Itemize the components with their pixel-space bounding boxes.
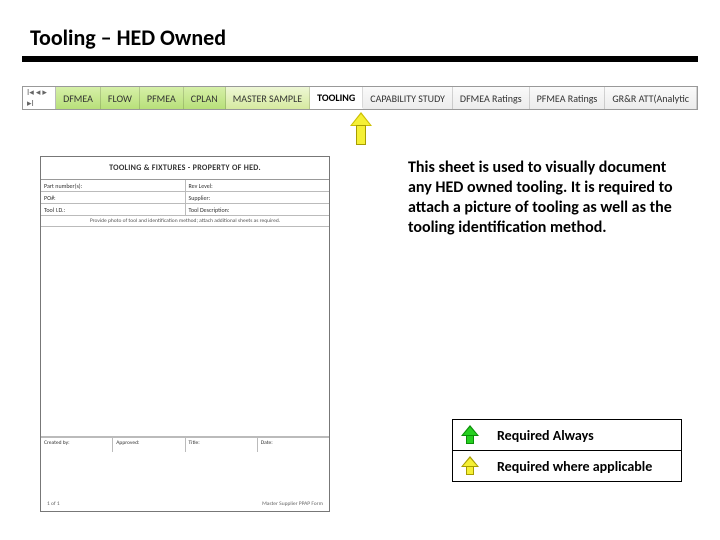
doc-field: Tool Description: — [186, 204, 330, 215]
doc-note: Provide photo of tool and identification… — [41, 216, 329, 227]
doc-sign-cell: Title: — [186, 438, 258, 452]
tab-pfmea-ratings[interactable]: PFMEA Ratings — [530, 87, 606, 109]
arrow-up-green-icon — [461, 425, 487, 445]
doc-sign-row: Created by: Approved: Title: Date: — [41, 437, 329, 452]
callout-arrow-icon — [350, 112, 372, 146]
doc-field: Part number(s): — [41, 180, 186, 191]
title-rule — [22, 56, 698, 62]
tab-dfmea[interactable]: DFMEA — [56, 87, 101, 109]
doc-footer-right: Master Supplier PPAP Form — [262, 501, 323, 507]
legend-label: Required Always — [497, 427, 594, 444]
tab-flow[interactable]: FLOW — [101, 87, 140, 109]
tab-nav-controls[interactable]: I◂ ◂ ▸ ▸I — [23, 87, 56, 109]
doc-sign-cell: Date: — [258, 438, 329, 452]
arrow-up-yellow-icon — [461, 456, 487, 476]
tab-dfmea-ratings[interactable]: DFMEA Ratings — [453, 87, 530, 109]
tab-capability-study[interactable]: CAPABILITY STUDY — [363, 87, 453, 109]
legend-box: Required Always Required where applicabl… — [452, 419, 682, 482]
doc-sign-cell: Created by: — [41, 438, 113, 452]
doc-field: PO#: — [41, 192, 186, 203]
doc-photo-area — [41, 227, 329, 437]
doc-sign-cell: Approved: — [113, 438, 185, 452]
doc-header: TOOLING & FIXTURES - PROPERTY OF HED. — [41, 157, 329, 180]
legend-row-applicable: Required where applicable — [453, 450, 681, 481]
worksheet-preview: TOOLING & FIXTURES - PROPERTY OF HED. Pa… — [40, 156, 330, 512]
doc-field: Tool I.D.: — [41, 204, 186, 215]
legend-row-always: Required Always — [453, 420, 681, 450]
tab-tooling[interactable]: TOOLING — [310, 87, 363, 109]
doc-field: Supplier: — [186, 192, 330, 203]
description-text: This sheet is used to visually document … — [408, 158, 678, 238]
doc-field: Rev Level: — [186, 180, 330, 191]
legend-label: Required where applicable — [497, 458, 652, 475]
tab-grr-att[interactable]: GR&R ATT(Analytic — [605, 87, 697, 109]
worksheet-tab-strip: I◂ ◂ ▸ ▸I DFMEA FLOW PFMEA CPLAN MASTER … — [22, 86, 698, 110]
tab-cplan[interactable]: CPLAN — [184, 87, 226, 109]
tab-master-sample[interactable]: MASTER SAMPLE — [226, 87, 310, 109]
tab-pfmea[interactable]: PFMEA — [140, 87, 184, 109]
page-title: Tooling – HED Owned — [30, 24, 226, 51]
doc-footer-left: 1 of 1 — [47, 501, 60, 507]
